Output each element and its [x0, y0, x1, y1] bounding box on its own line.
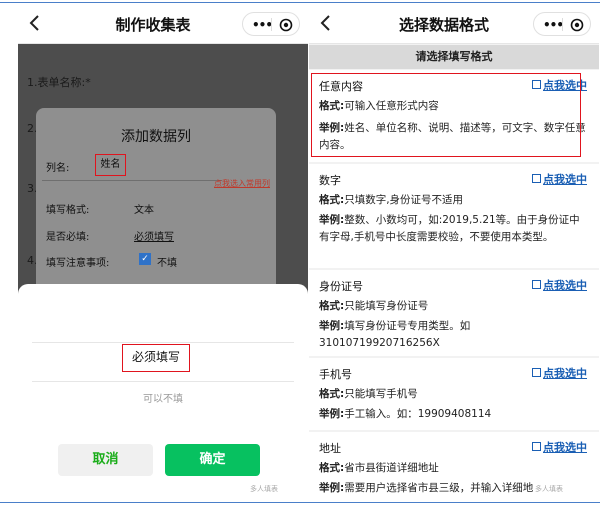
format-card-address[interactable]: 地址 点我选中 格式:省市县街道详细地址 举例:需要用户选择省市县三级，并输入详…	[309, 432, 599, 499]
nav-bar: 选择数据格式 •••	[309, 4, 599, 44]
capsule-menu: •••	[533, 12, 591, 36]
format-value[interactable]: 文本	[134, 201, 154, 216]
example-prefix: 举例:	[319, 482, 345, 494]
right-screen: 选择数据格式 ••• 请选择填写格式 任意内容 点我选中 格式:可输入任意形式内…	[309, 4, 599, 499]
highlight-frame	[311, 73, 581, 157]
card-name: 手机号	[319, 368, 352, 381]
subheader: 请选择填写格式	[309, 45, 599, 69]
format-prefix: 格式:	[319, 388, 345, 400]
format-prefix: 格式:	[319, 194, 345, 206]
cancel-button[interactable]: 取消	[58, 444, 153, 476]
card-name: 身份证号	[319, 280, 363, 293]
required-label: 是否必填:	[46, 232, 90, 243]
select-link[interactable]: 点我选中	[532, 171, 587, 187]
required-picker-sheet: 必须填写 可以不填 取消 确定 多人填表	[18, 284, 308, 499]
card-format: 格式:只填数字,身份证号不适用	[319, 192, 589, 209]
select-link[interactable]: 点我选中	[532, 277, 587, 293]
back-arrow-icon[interactable]	[28, 13, 48, 33]
capsule-divider	[562, 18, 563, 31]
notes-value: 不填	[157, 258, 177, 269]
common-columns-link[interactable]: 点我选入常用列	[214, 178, 270, 189]
format-prefix: 格式:	[319, 300, 345, 312]
confirm-button[interactable]: 确定	[165, 444, 260, 476]
picker-line-bottom	[32, 381, 294, 382]
example-text: 手工输入。如：19909408114	[344, 408, 492, 420]
external-link-icon	[532, 368, 541, 377]
add-column-modal: 添加数据列 列名: 姓名 点我选入常用列 填写格式: 文本 是否必填: 必须填写…	[36, 108, 276, 298]
select-label: 点我选中	[543, 441, 587, 454]
format-label: 填写格式:	[46, 205, 90, 216]
select-label: 点我选中	[543, 279, 587, 292]
page-title: 制作收集表	[115, 16, 191, 34]
card-format: 格式:只能填写手机号	[319, 386, 589, 403]
checkbox-icon[interactable]: ✓	[139, 253, 151, 265]
watermark: 多人填表	[250, 485, 278, 493]
top-border-line	[0, 2, 600, 3]
format-text: 只能填写手机号	[344, 388, 418, 400]
modal-title: 添加数据列	[121, 129, 191, 145]
name-input[interactable]: 姓名	[95, 154, 126, 176]
name-label: 列名:	[46, 163, 70, 174]
watermark: 多人填表	[535, 485, 563, 493]
card-example: 举例:整数、小数均可，如:2019,5.21等。由于身份证中有字母,手机号中长度…	[319, 212, 589, 246]
back-arrow-icon[interactable]	[319, 13, 339, 33]
notes-label: 填写注意事项:	[46, 258, 110, 269]
format-prefix: 格式:	[319, 462, 345, 474]
target-icon[interactable]	[570, 17, 584, 32]
card-example: 举例:填写身份证号专用类型。如31010719920716256X	[319, 318, 589, 352]
example-prefix: 举例:	[319, 214, 345, 226]
option-required[interactable]: 必须填写	[122, 344, 190, 372]
page-title: 选择数据格式	[398, 16, 489, 34]
card-name: 数字	[319, 174, 341, 187]
format-text: 省市县街道详细地址	[344, 462, 439, 474]
select-label: 点我选中	[543, 367, 587, 380]
select-link[interactable]: 点我选中	[532, 365, 587, 381]
example-text: 需要用户选择省市县三级，并输入详细地	[344, 482, 534, 494]
more-dots-icon[interactable]: •••	[252, 19, 273, 31]
bottom-border-line	[0, 502, 600, 503]
format-card-phone[interactable]: 手机号 点我选中 格式:只能填写手机号 举例:手工输入。如：1990940811…	[309, 358, 599, 430]
example-prefix: 举例:	[319, 320, 345, 332]
format-text: 只能填写身份证号	[344, 300, 429, 312]
more-dots-icon[interactable]: •••	[543, 19, 564, 31]
left-screen: 制作收集表 ••• 1.表单名称:* 2. 3. 4. 添加数据列 列名: 姓名…	[18, 4, 308, 499]
target-icon[interactable]	[279, 17, 293, 32]
name-underline	[42, 180, 222, 181]
form-item-title: 1.表单名称:*	[27, 76, 91, 89]
external-link-icon	[532, 442, 541, 451]
card-example: 举例:手工输入。如：19909408114	[319, 406, 589, 423]
capsule-divider	[271, 18, 272, 31]
example-prefix: 举例:	[319, 408, 345, 420]
format-card-id[interactable]: 身份证号 点我选中 格式:只能填写身份证号 举例:填写身份证号专用类型。如310…	[309, 270, 599, 356]
external-link-icon	[532, 174, 541, 183]
card-name: 地址	[319, 442, 341, 455]
external-link-icon	[532, 280, 541, 289]
required-value[interactable]: 必须填写	[134, 228, 174, 243]
capsule-menu: •••	[242, 12, 300, 36]
card-format: 格式:省市县街道详细地址	[319, 460, 589, 477]
nav-bar: 制作收集表 •••	[18, 4, 308, 44]
select-label: 点我选中	[543, 173, 587, 186]
select-link[interactable]: 点我选中	[532, 439, 587, 455]
option-optional[interactable]: 可以不填	[18, 390, 308, 405]
picker-line-top	[32, 342, 294, 343]
format-card-number[interactable]: 数字 点我选中 格式:只填数字,身份证号不适用 举例:整数、小数均可，如:201…	[309, 164, 599, 268]
example-text: 整数、小数均可，如:2019,5.21等。由于身份证中有字母,手机号中长度需要校…	[319, 214, 580, 243]
format-text: 只填数字,身份证号不适用	[344, 194, 464, 206]
card-format: 格式:只能填写身份证号	[319, 298, 589, 315]
